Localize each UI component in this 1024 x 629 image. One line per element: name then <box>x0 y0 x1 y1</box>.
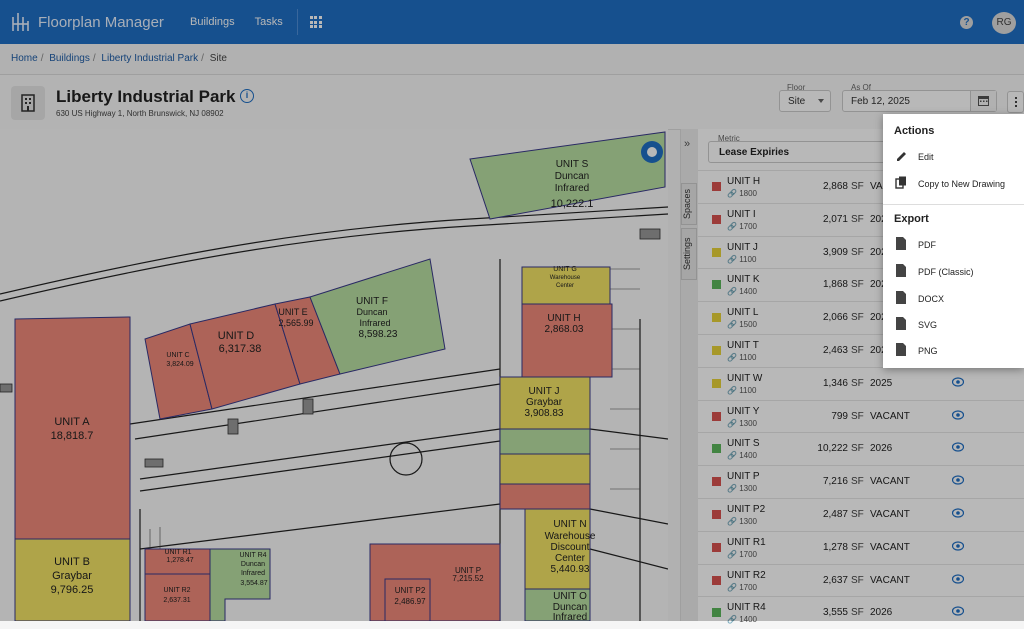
actions-menu: Actions Edit Copy to New Drawing Export … <box>883 114 1024 368</box>
modal-overlay[interactable] <box>0 0 1024 621</box>
menu-item-copy-to-new-drawing[interactable]: Copy to New Drawing <box>918 179 1005 189</box>
pdf-file-icon <box>896 237 906 250</box>
export-heading: Export <box>894 213 929 225</box>
png-file-icon <box>896 343 906 356</box>
docx-file-icon <box>896 291 906 304</box>
menu-item-export-docx[interactable]: DOCX <box>918 294 944 304</box>
pdf-classic-file-icon <box>896 264 906 277</box>
actions-heading: Actions <box>894 125 935 137</box>
pencil-icon <box>897 152 906 161</box>
svg-file-icon <box>896 317 906 330</box>
menu-item-export-pdf[interactable]: PDF <box>918 240 936 250</box>
menu-item-export-svg[interactable]: SVG <box>918 320 937 330</box>
copy-icon <box>895 176 906 189</box>
menu-item-export-pdf-classic[interactable]: PDF (Classic) <box>918 267 974 277</box>
menu-item-export-png[interactable]: PNG <box>918 346 938 356</box>
menu-divider <box>883 204 1024 205</box>
menu-item-edit[interactable]: Edit <box>918 152 934 162</box>
